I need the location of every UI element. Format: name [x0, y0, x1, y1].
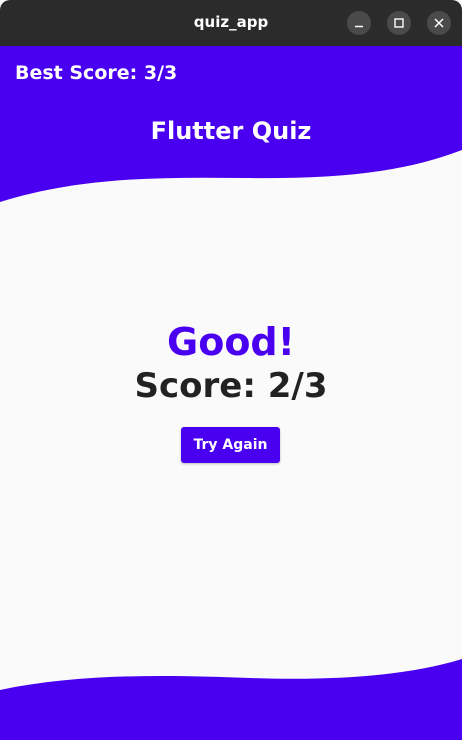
maximize-icon	[394, 18, 404, 28]
title-bar[interactable]: quiz_app	[0, 0, 462, 46]
result-score: Score: 2/3	[134, 366, 328, 406]
footer-wave-background	[0, 659, 462, 740]
minimize-icon	[355, 25, 363, 28]
minimize-button[interactable]	[347, 11, 371, 35]
close-icon	[434, 18, 444, 28]
maximize-button[interactable]	[387, 11, 411, 35]
close-button[interactable]	[427, 11, 451, 35]
app-window: quiz_app Best Score: 3/3 Flutter Quiz Go…	[0, 0, 462, 740]
result-verdict: Good!	[167, 320, 295, 364]
best-score-label: Best Score: 3/3	[15, 62, 178, 84]
try-again-button[interactable]: Try Again	[181, 427, 280, 463]
app-title: Flutter Quiz	[150, 117, 312, 145]
